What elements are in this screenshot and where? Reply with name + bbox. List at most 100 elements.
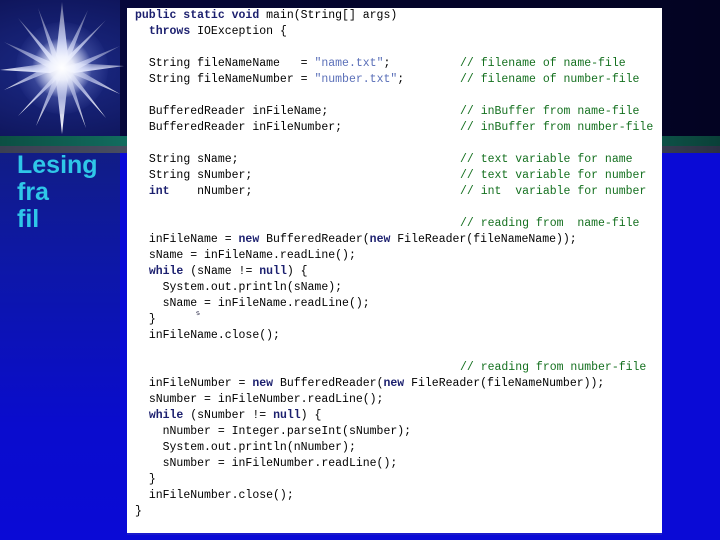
code-line: inFileNumber = new BufferedReader(new Fi… bbox=[127, 376, 605, 392]
slide-title: Lesing fra fil bbox=[17, 152, 121, 233]
code-token-plain: String sName; bbox=[148, 153, 239, 166]
code-trailing-comment: // inBuffer from number-file bbox=[460, 121, 654, 134]
code-token-plain: BufferedReader( bbox=[279, 377, 384, 390]
code-token-plain: inFileName.close(); bbox=[148, 329, 280, 342]
code-token-plain: nNumber = Integer.parseInt(sNumber); bbox=[162, 425, 412, 438]
code-trailing-comment: // text variable for name bbox=[460, 153, 633, 166]
code-trailing-comment: // filename of number-file bbox=[460, 73, 640, 86]
code-token-plain: } bbox=[148, 313, 156, 326]
code-line: public static void main(String[] args) bbox=[127, 8, 604, 24]
slide-title-line-2: fra bbox=[17, 178, 49, 206]
code-token-plain: main(String[] args) bbox=[266, 9, 398, 22]
code-token-plain: String sNumber; bbox=[148, 169, 253, 182]
code-line: inFileName.close(); bbox=[127, 328, 604, 344]
code-line: String sName; // text variable for name bbox=[127, 152, 633, 168]
code-token-plain: inFileNumber.close(); bbox=[148, 489, 294, 502]
code-line: // reading from number-file bbox=[127, 360, 646, 376]
code-token-plain: inFileNumber = bbox=[148, 377, 253, 390]
code-line: sName = inFileName.readLine(); bbox=[127, 248, 604, 264]
code-token-plain: (sName != bbox=[190, 265, 260, 278]
code-line: String fileNameNumber = "number.txt"; // … bbox=[127, 72, 640, 88]
code-token-plain: (sNumber != bbox=[190, 409, 274, 422]
code-token-kw: while bbox=[148, 265, 191, 278]
code-token-kw: new bbox=[238, 233, 267, 246]
slide-title-line-3: fil bbox=[17, 205, 40, 233]
code-token-plain: BufferedReader inFileName; bbox=[148, 105, 329, 118]
code-line: BufferedReader inFileName; // inBuffer fr… bbox=[127, 104, 640, 120]
code-token-plain: } bbox=[135, 505, 142, 518]
code-trailing-comment: // filename of name-file bbox=[460, 57, 626, 70]
code-line: String sNumber; // text variable for numb… bbox=[127, 168, 647, 184]
code-panel: public static void main(String[] args) t… bbox=[127, 8, 662, 533]
code-line: throws IOException { bbox=[127, 24, 604, 40]
code-token-kw: new bbox=[252, 377, 280, 390]
code-trailing-comment: // reading from number-file bbox=[460, 361, 647, 374]
code-token-plain: BufferedReader( bbox=[266, 233, 370, 246]
code-line: sNumber = inFileNumber.readLine(); bbox=[127, 392, 604, 408]
code-token-plain: System.out.println(sName); bbox=[162, 281, 343, 294]
code-token-plain: FileReader(fileNameNumber)); bbox=[411, 377, 605, 390]
code-line: inFileNumber.close(); bbox=[127, 488, 604, 504]
code-line: while (sNumber != null) { bbox=[127, 408, 604, 424]
code-token-plain: ; bbox=[383, 57, 391, 70]
code-line: } bbox=[127, 472, 604, 488]
code-token-plain: ; bbox=[397, 73, 405, 86]
code-line: } bbox=[127, 504, 604, 520]
code-token-kw: while bbox=[148, 409, 191, 422]
code-line: while (sName != null) { bbox=[127, 264, 604, 280]
code-line: int nNumber; // int variable for number bbox=[127, 184, 647, 200]
code-token-kw: public static void bbox=[135, 9, 267, 22]
code-line: nNumber = Integer.parseInt(sNumber); bbox=[127, 424, 604, 440]
code-line: } bbox=[127, 312, 604, 328]
code-token-plain: String fileNameName = bbox=[148, 57, 315, 70]
code-token-plain: sName = inFileName.readLine(); bbox=[148, 249, 356, 262]
code-token-kw: throws bbox=[148, 25, 198, 38]
code-token-str: "number.txt" bbox=[314, 73, 398, 86]
code-token-plain: ) { bbox=[300, 409, 322, 422]
panel-bottom-rule bbox=[127, 533, 662, 535]
code-token-plain: System.out.println(nNumber); bbox=[162, 441, 356, 454]
code-line: System.out.println(nNumber); bbox=[127, 440, 604, 456]
code-token-kw: int bbox=[148, 185, 170, 198]
code-token-plain: BufferedReader inFileNumber; bbox=[148, 121, 343, 134]
code-token-plain: String fileNameNumber = bbox=[148, 73, 315, 86]
code-line: sNumber = inFileNumber.readLine(); bbox=[127, 456, 604, 472]
code-token-plain: sNumber = inFileNumber.readLine(); bbox=[148, 393, 384, 406]
starburst-icon bbox=[0, 0, 125, 140]
code-line: String fileNameName = "name.txt"; // file… bbox=[127, 56, 626, 72]
code-listing: public static void main(String[] args) t… bbox=[127, 8, 653, 520]
slide-title-line-1: Lesing bbox=[17, 151, 98, 179]
presentation-slide: Lesing fra fil public static void main(S… bbox=[0, 0, 720, 540]
code-line: System.out.println(sName); bbox=[127, 280, 604, 296]
code-token-plain: sName = inFileName.readLine(); bbox=[162, 297, 370, 310]
code-token-kw: new bbox=[383, 377, 412, 390]
code-line: inFileName = new BufferedReader(new File… bbox=[127, 232, 604, 248]
code-token-plain: ) { bbox=[286, 265, 308, 278]
code-trailing-comment: // reading from name-file bbox=[460, 217, 640, 230]
